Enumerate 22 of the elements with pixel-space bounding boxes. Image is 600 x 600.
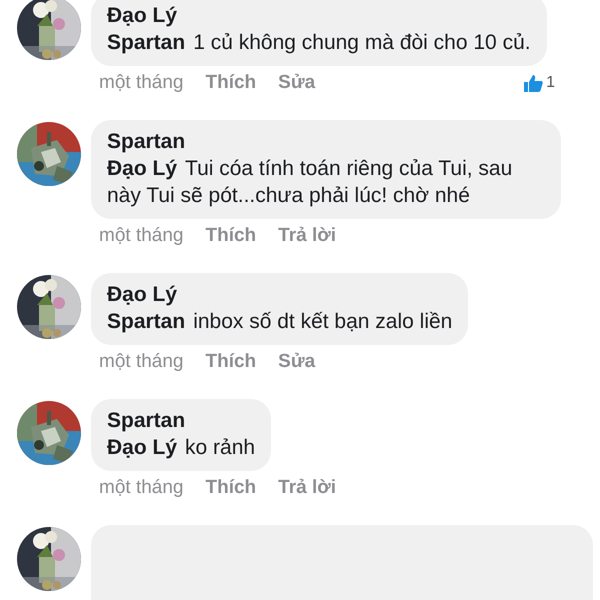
- comment-action-link[interactable]: Thích: [206, 72, 256, 94]
- comment-action-link[interactable]: Sửa: [278, 72, 316, 94]
- thumbs-up-icon: [523, 74, 544, 92]
- comment-author[interactable]: Spartan: [107, 407, 256, 434]
- comment-action-link[interactable]: Trả lời: [278, 225, 336, 247]
- comment-author[interactable]: Đạo Lý: [107, 281, 452, 308]
- comment-time: một tháng: [99, 72, 184, 94]
- comment-time: một tháng: [99, 225, 184, 247]
- comment-action-link[interactable]: Trả lời: [278, 477, 336, 499]
- comment-author[interactable]: Spartan: [107, 128, 545, 155]
- comment-author[interactable]: Đạo Lý: [107, 2, 531, 29]
- comment-action-link[interactable]: Thích: [206, 477, 256, 499]
- comment-action-link[interactable]: Thích: [206, 225, 256, 247]
- comment-text: Spartan 1 củ không chung mà đòi cho 10 củ.: [107, 30, 531, 56]
- comment-action-link[interactable]: Thích: [206, 351, 256, 373]
- comment-action-link[interactable]: Sửa: [278, 351, 316, 373]
- comment-text: Đạo Lý Tui cóa tính toán riêng của Tui, sau này Tui sẽ pót...chưa phải lúc! chờ nhé: [107, 156, 514, 209]
- comment-text: Spartan inbox số dt kết bạn zalo liền: [107, 309, 452, 335]
- comment-text: Đạo Lý ko rảnh: [107, 435, 256, 461]
- comment-time: một tháng: [99, 477, 184, 499]
- like-count: 1: [546, 74, 555, 92]
- comment-time: một tháng: [99, 351, 184, 373]
